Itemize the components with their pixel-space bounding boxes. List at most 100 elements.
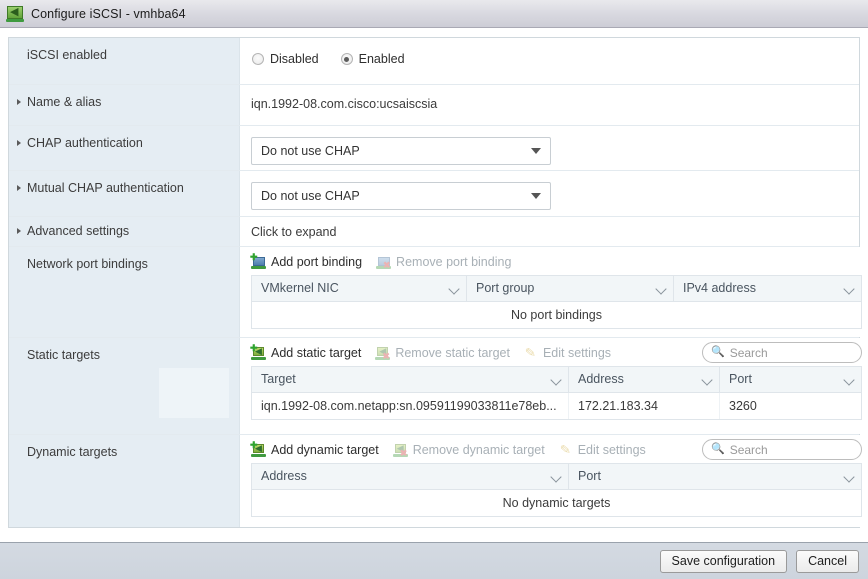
edit-pencil-icon — [559, 443, 573, 457]
remove-static-target-button[interactable]: Remove static target — [375, 346, 510, 360]
configure-iscsi-dialog: Configure iSCSI - vmhba64 iSCSI enabled … — [0, 0, 868, 579]
row-iscsi-enabled: iSCSI enabled Disabled Enabled — [9, 38, 859, 85]
chevron-down-icon — [655, 283, 667, 295]
row-label-mutual-chap-auth[interactable]: Mutual CHAP authentication — [9, 171, 240, 216]
row-content-dynamic-targets: Add dynamic target Remove dynamic target… — [240, 435, 868, 527]
row-content-static-targets: Add static target Remove static target E… — [240, 338, 868, 434]
column-header-address[interactable]: Address — [569, 367, 720, 392]
row-name-alias[interactable]: Name & alias iqn.1992-08.com.cisco:ucsai… — [9, 85, 859, 126]
row-network-port-bindings: Network port bindings Add port binding — [9, 247, 868, 338]
expand-arrow-icon — [17, 228, 21, 234]
port-bindings-empty-message: No port bindings — [252, 302, 861, 329]
search-icon: 🔍 — [711, 443, 725, 455]
label-text: iSCSI enabled — [27, 48, 107, 62]
expand-arrow-icon — [17, 99, 21, 105]
chevron-down-icon — [531, 193, 541, 199]
column-header-port[interactable]: Port — [569, 464, 861, 489]
chevron-down-icon — [843, 283, 855, 295]
dynamic-targets-empty-message: No dynamic targets — [252, 490, 861, 517]
add-static-target-button[interactable]: Add static target — [251, 346, 361, 360]
chevron-down-icon — [550, 374, 562, 386]
row-label-static-targets: Static targets — [9, 338, 240, 434]
row-label-network-port-bindings: Network port bindings — [9, 247, 240, 337]
add-port-binding-icon — [251, 255, 266, 269]
row-static-targets: Static targets Add static target Remov — [9, 338, 868, 435]
add-dynamic-target-button[interactable]: Add dynamic target — [251, 443, 379, 457]
iscsi-config-panel: iSCSI enabled Disabled Enabled Name & al… — [8, 37, 868, 528]
edit-pencil-icon — [524, 346, 538, 360]
remove-port-binding-label: Remove port binding — [396, 254, 512, 269]
column-header-ipv4-address[interactable]: IPv4 address — [674, 276, 861, 301]
edit-settings-label: Edit settings — [577, 442, 646, 457]
static-targets-search-box[interactable]: 🔍 Search — [702, 342, 862, 363]
remove-static-target-label: Remove static target — [395, 345, 510, 360]
row-content-network-port-bindings: Add port binding Remove port binding VMk… — [240, 247, 868, 337]
column-header-port-group[interactable]: Port group — [467, 276, 674, 301]
column-header-vmkernel-nic[interactable]: VMkernel NIC — [252, 276, 467, 301]
port-bindings-grid-header: VMkernel NIC Port group IPv4 address — [252, 276, 861, 302]
row-advanced-settings[interactable]: Advanced settings Click to expand — [9, 217, 859, 247]
add-static-target-label: Add static target — [271, 345, 362, 360]
remove-dynamic-target-icon — [392, 443, 408, 457]
remove-dynamic-target-button[interactable]: Remove dynamic target — [392, 442, 545, 457]
port-bindings-grid: VMkernel NIC Port group IPv4 address No … — [251, 275, 862, 329]
cancel-button[interactable]: Cancel — [796, 549, 859, 573]
dynamic-targets-grid-header: Address Port — [252, 464, 861, 490]
edit-static-target-settings-button[interactable]: Edit settings — [524, 346, 611, 360]
static-targets-grid: Target Address Port iqn.1992-08.com.neta… — [251, 366, 862, 420]
chevron-down-icon — [550, 471, 562, 483]
row-label-name-alias[interactable]: Name & alias — [9, 85, 240, 125]
table-row[interactable]: iqn.1992-08.com.netapp:sn.09591199033811… — [252, 393, 861, 420]
label-text: Static targets — [27, 348, 100, 362]
window-titlebar: Configure iSCSI - vmhba64 — [0, 0, 868, 28]
cell-port: 3260 — [729, 399, 757, 413]
chevron-down-icon — [701, 374, 713, 386]
add-port-binding-button[interactable]: Add port binding — [251, 255, 362, 269]
remove-port-binding-icon — [376, 255, 392, 269]
radio-disabled[interactable] — [252, 53, 264, 65]
row-dynamic-targets: Dynamic targets Add dynamic target Rem — [9, 435, 868, 527]
window-title: Configure iSCSI - vmhba64 — [31, 6, 186, 21]
label-text: Dynamic targets — [27, 445, 118, 459]
chap-authentication-select[interactable]: Do not use CHAP — [251, 137, 551, 165]
cell-address: 172.21.183.34 — [569, 393, 720, 419]
search-icon: 🔍 — [711, 346, 725, 358]
advanced-settings-expand-link[interactable]: Click to expand — [240, 217, 859, 239]
static-targets-search-placeholder: Search — [729, 345, 768, 360]
column-header-port[interactable]: Port — [720, 367, 861, 392]
remove-dynamic-target-label: Remove dynamic target — [412, 442, 545, 457]
row-label-advanced-settings[interactable]: Advanced settings — [9, 217, 240, 246]
dynamic-targets-search-placeholder: Search — [729, 442, 768, 457]
mutual-chap-authentication-select[interactable]: Do not use CHAP — [251, 182, 551, 210]
row-label-chap-auth[interactable]: CHAP authentication — [9, 126, 240, 170]
dynamic-targets-toolbar: Add dynamic target Remove dynamic target… — [240, 435, 868, 463]
column-header-target[interactable]: Target — [252, 367, 569, 392]
row-label-dynamic-targets: Dynamic targets — [9, 435, 240, 527]
chevron-down-icon — [531, 148, 541, 154]
expand-arrow-icon — [17, 185, 21, 191]
remove-static-target-icon — [375, 346, 391, 360]
row-content-advanced-settings[interactable]: Click to expand — [240, 217, 859, 246]
expand-arrow-icon — [17, 140, 21, 146]
radio-enabled[interactable] — [340, 53, 353, 65]
label-text: CHAP authentication — [27, 136, 143, 150]
chevron-down-icon — [843, 471, 855, 483]
dialog-footer: Save configuration Cancel — [0, 542, 868, 579]
iqn-name-value: iqn.1992-08.com.cisco:ucsaiscsia — [251, 97, 438, 111]
decorative-shade — [159, 368, 229, 418]
row-label-iscsi-enabled: iSCSI enabled — [9, 38, 240, 84]
iscsi-adapter-icon — [6, 5, 24, 23]
static-targets-grid-header: Target Address Port — [252, 367, 861, 393]
row-mutual-chap-auth[interactable]: Mutual CHAP authentication Do not use CH… — [9, 171, 859, 217]
save-configuration-button[interactable]: Save configuration — [659, 549, 788, 573]
edit-dynamic-target-settings-button[interactable]: Edit settings — [559, 443, 646, 457]
chap-authentication-value: Do not use CHAP — [261, 144, 360, 158]
mutual-chap-authentication-value: Do not use CHAP — [261, 189, 360, 203]
radio-enabled-label: Enabled — [358, 52, 405, 66]
dynamic-targets-grid: Address Port No dynamic targets — [251, 463, 862, 517]
dynamic-targets-search-box[interactable]: 🔍 Search — [702, 439, 862, 460]
row-chap-auth[interactable]: CHAP authentication Do not use CHAP — [9, 126, 859, 171]
remove-port-binding-button[interactable]: Remove port binding — [376, 255, 511, 269]
add-dynamic-target-icon — [251, 443, 266, 457]
column-header-address[interactable]: Address — [252, 464, 569, 489]
